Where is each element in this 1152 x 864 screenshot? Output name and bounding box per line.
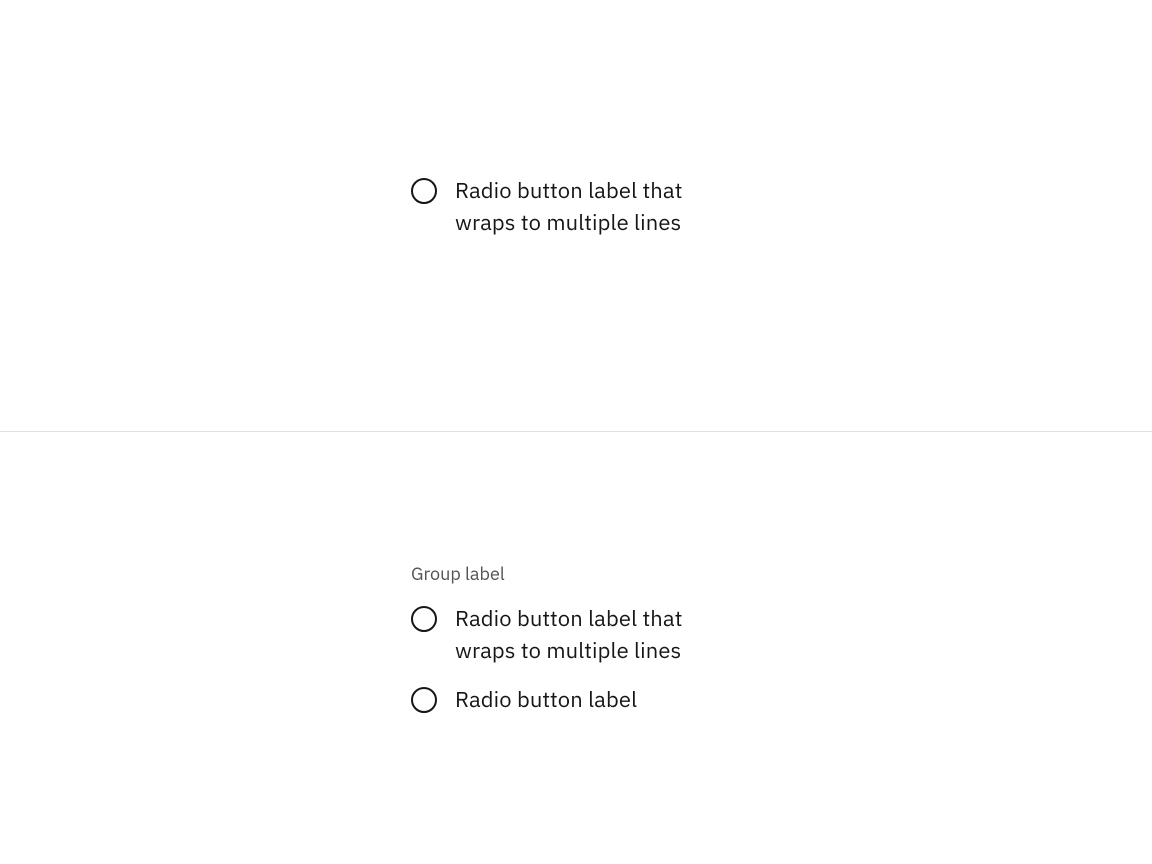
radio-label-text: Radio button label that wraps to multipl… [455,603,741,667]
radio-group-label: Group label [411,562,741,585]
radio-circle-icon [411,178,437,204]
radio-circle-icon [411,606,437,632]
radio-circle-icon [411,687,437,713]
example-section-single-radio: Radio button label that wraps to multipl… [0,0,1152,432]
radio-option-2[interactable]: Radio button label [411,684,741,716]
example-section-radio-group: Group label Radio button label that wrap… [0,432,1152,864]
radio-group-container: Group label Radio button label that wrap… [411,562,741,735]
radio-option-1[interactable]: Radio button label that wraps to multipl… [411,175,741,239]
radio-option-1[interactable]: Radio button label that wraps to multipl… [411,603,741,667]
radio-label-text: Radio button label that wraps to multipl… [455,175,741,239]
radio-label-text: Radio button label [455,684,637,716]
radio-container: Radio button label that wraps to multipl… [411,175,741,257]
